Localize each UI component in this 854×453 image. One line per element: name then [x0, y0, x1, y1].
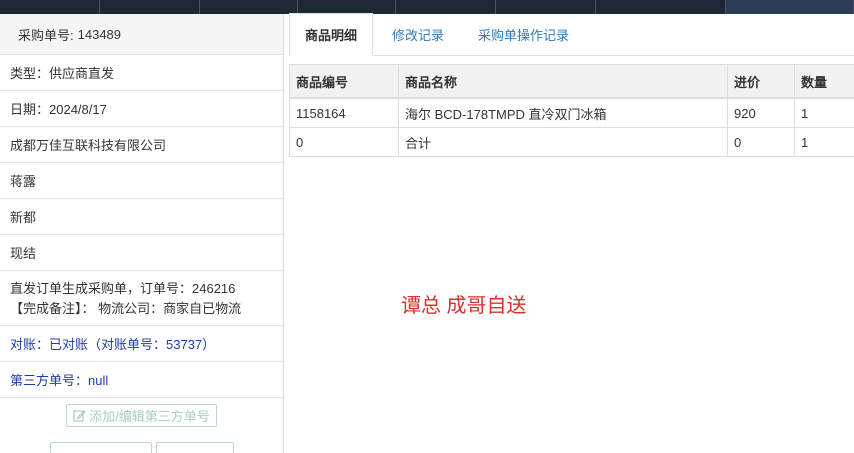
order-type: 类型：供应商直发: [0, 55, 283, 91]
payment-method: 现结: [0, 235, 283, 271]
cell-product-code: 0: [289, 127, 399, 157]
secondary-action-button[interactable]: [156, 442, 234, 453]
cell-product-name: 合计: [398, 127, 728, 157]
table-row-total: 0 合计 0 1: [289, 127, 854, 157]
table-header-row: 商品编号 商品名称 进价 数量: [289, 64, 854, 99]
product-table: 商品编号 商品名称 进价 数量 1158164 海尔 BCD-178TMPD 直…: [289, 64, 854, 157]
top-nav-tab[interactable]: [200, 0, 298, 14]
top-nav-bar: [0, 0, 854, 14]
top-nav-tab[interactable]: [0, 0, 100, 14]
top-nav-tab[interactable]: [596, 0, 726, 14]
purchase-order-label: 采购单号:: [18, 27, 74, 43]
purchase-order-number: 采购单号: 143489: [0, 14, 283, 55]
edit-icon: [73, 409, 86, 422]
edit-third-party-button[interactable]: 添加/编辑第三方单号: [66, 403, 217, 427]
third-party-number: 第三方单号：null: [0, 362, 283, 398]
top-nav-tab-active[interactable]: [726, 0, 854, 14]
tab-modification-log[interactable]: 修改记录: [375, 13, 461, 55]
main-content: 商品明细 修改记录 采购单操作记录 商品编号 商品名称 进价 数量 115816…: [289, 13, 854, 453]
remark-line-1: 直发订单生成采购单，订单号：246216: [10, 281, 236, 296]
col-price: 进价: [727, 64, 795, 99]
reconcile-status: 对账：已对账（对账单号：53737）: [0, 326, 283, 362]
col-product-name: 商品名称: [398, 64, 728, 99]
table-row: 1158164 海尔 BCD-178TMPD 直冷双门冰箱 920 1: [289, 97, 854, 128]
cell-product-name: 海尔 BCD-178TMPD 直冷双门冰箱: [398, 97, 728, 128]
order-date: 日期：2024/8/17: [0, 91, 283, 127]
region: 新都: [0, 199, 283, 235]
edit-third-party-label: 添加/编辑第三方单号: [89, 408, 210, 424]
remark-line-2: 【完成备注】： 物流公司：商家自已物流: [10, 301, 242, 316]
cell-quantity: 1: [794, 97, 854, 128]
top-nav-tab[interactable]: [100, 0, 200, 14]
col-product-code: 商品编号: [289, 64, 399, 99]
contact-person: 蒋露: [0, 163, 283, 199]
cell-product-code: 1158164: [289, 97, 399, 128]
order-remark: 直发订单生成采购单，订单号：246216 【完成备注】： 物流公司：商家自已物流: [0, 271, 283, 326]
order-info-panel: 采购单号: 143489 类型：供应商直发 日期：2024/8/17 成都万佳互…: [0, 14, 284, 453]
cell-quantity: 1: [794, 127, 854, 157]
top-nav-tab[interactable]: [396, 0, 496, 14]
tab-product-details[interactable]: 商品明细: [289, 13, 374, 56]
col-quantity: 数量: [794, 64, 854, 99]
order-note: 谭总 成哥自送: [401, 295, 527, 317]
cell-price: 0: [727, 127, 795, 157]
tab-bar: 商品明细 修改记录 采购单操作记录: [289, 13, 854, 56]
secondary-button-row: [0, 442, 283, 453]
button-row: 添加/编辑第三方单号: [0, 398, 283, 432]
top-nav-tab[interactable]: [496, 0, 596, 14]
supplier-company: 成都万佳互联科技有限公司: [0, 127, 283, 163]
secondary-action-button[interactable]: [50, 442, 152, 453]
cell-price: 920: [727, 97, 795, 128]
top-nav-tab[interactable]: [298, 0, 396, 14]
purchase-order-value: 143489: [77, 26, 122, 42]
tab-operation-log[interactable]: 采购单操作记录: [461, 13, 586, 55]
